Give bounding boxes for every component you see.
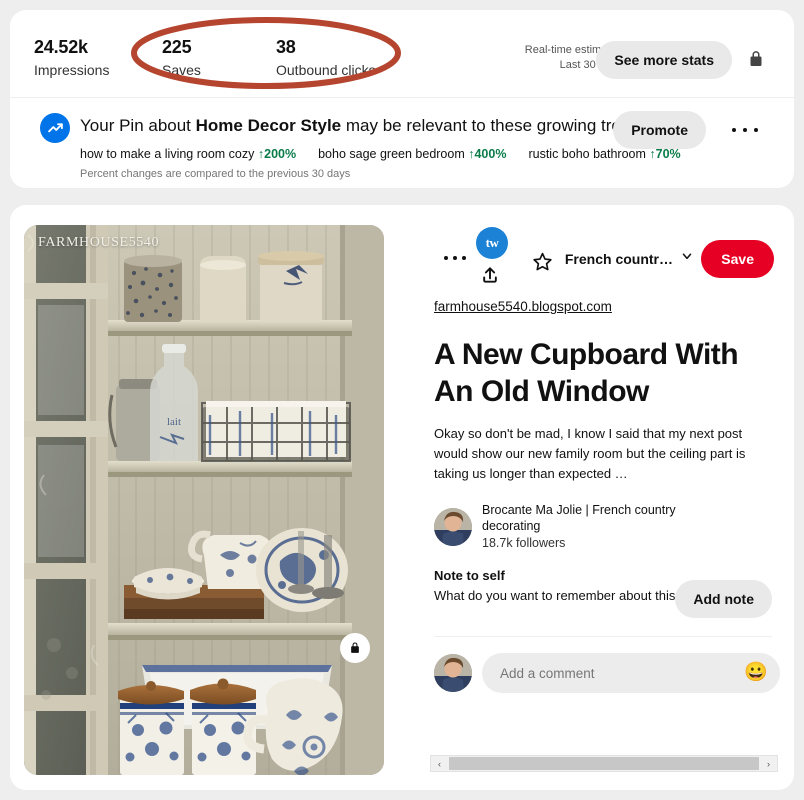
source-link[interactable]: farmhouse5540.blogspot.com bbox=[434, 299, 780, 314]
smiley-icon[interactable]: 😀 bbox=[744, 662, 768, 684]
dot bbox=[453, 256, 457, 260]
author-followers: 18.7k followers bbox=[482, 536, 566, 550]
see-more-stats-button[interactable]: See more stats bbox=[596, 41, 732, 79]
metric-label: Saves bbox=[162, 62, 201, 78]
metric-saves: 225 Saves bbox=[162, 36, 201, 80]
share-icon[interactable] bbox=[480, 265, 500, 290]
horizontal-scrollbar[interactable]: ‹ › bbox=[430, 755, 778, 772]
author-text: Brocante Ma Jolie | French country decor… bbox=[482, 502, 682, 552]
scrollbar-thumb[interactable] bbox=[449, 757, 759, 770]
board-selector[interactable]: French countr… bbox=[565, 249, 694, 268]
dot bbox=[743, 128, 747, 132]
promote-button[interactable]: Promote bbox=[613, 111, 706, 149]
dot bbox=[444, 256, 448, 260]
author-name: Brocante Ma Jolie | French country decor… bbox=[482, 503, 676, 533]
comment-input[interactable] bbox=[482, 653, 780, 693]
twitter-badge-icon[interactable]: tw bbox=[476, 227, 508, 259]
avatar bbox=[434, 508, 472, 546]
metric-label: Outbound clicks bbox=[276, 62, 376, 78]
trend-term[interactable]: boho sage green bedroom ↑400% bbox=[318, 147, 506, 161]
dot bbox=[462, 256, 466, 260]
trends-footnote: Percent changes are compared to the prev… bbox=[80, 168, 351, 180]
avatar-graphic bbox=[434, 654, 472, 692]
lock-icon[interactable] bbox=[340, 633, 370, 663]
ellipsis-icon[interactable] bbox=[444, 251, 466, 265]
metric-impressions: 24.52k Impressions bbox=[34, 36, 109, 80]
pin-title: A New Cupboard With An Old Window bbox=[434, 338, 739, 408]
trend-term-change: ↑200% bbox=[258, 147, 296, 161]
pin-photo-graphic: lait bbox=[24, 225, 384, 775]
scroll-left-arrow[interactable]: ‹ bbox=[431, 756, 448, 771]
note-to-self-section: Note to self What do you want to remembe… bbox=[434, 568, 780, 628]
pin-image[interactable]: lait FARMHOUSE5540 bbox=[24, 225, 384, 775]
trends-section: Your Pin about Home Decor Style may be r… bbox=[10, 98, 794, 187]
pin-details-panel: tw French countr… Save farmhouse5540.blo… bbox=[428, 225, 780, 693]
metric-value: 225 bbox=[162, 37, 192, 57]
save-button[interactable]: Save bbox=[701, 240, 774, 278]
stats-metrics-row: 24.52k Impressions 225 Saves 38 Outbound… bbox=[10, 10, 794, 98]
trend-term-pct: 400% bbox=[474, 147, 507, 161]
ellipsis-icon[interactable] bbox=[732, 122, 758, 138]
pin-action-bar: tw French countr… Save bbox=[428, 225, 780, 287]
trend-term[interactable]: rustic boho bathroom ↑70% bbox=[528, 147, 680, 161]
comment-box[interactable]: 😀 bbox=[482, 653, 780, 693]
trends-headline-topic: Home Decor Style bbox=[195, 116, 342, 135]
scroll-right-arrow[interactable]: › bbox=[760, 756, 777, 771]
trending-up-icon bbox=[40, 113, 70, 143]
trends-headline: Your Pin about Home Decor Style may be r… bbox=[80, 114, 653, 138]
pin-description: Okay so don't be mad, I know I said that… bbox=[434, 426, 746, 481]
pin-detail-card: lait FARMHOUSE5540 tw French countr… Sav… bbox=[10, 205, 794, 790]
trend-term-name: how to make a living room cozy bbox=[80, 147, 255, 161]
metric-outbound-clicks: 38 Outbound clicks bbox=[276, 36, 376, 80]
trend-term-change: ↑70% bbox=[649, 147, 680, 161]
trend-term-name: boho sage green bedroom bbox=[318, 147, 465, 161]
stats-card: 24.52k Impressions 225 Saves 38 Outbound… bbox=[10, 10, 794, 188]
board-name: French countr… bbox=[564, 250, 673, 267]
trend-term-pct: 70% bbox=[655, 147, 681, 161]
svg-text:lait: lait bbox=[167, 416, 181, 428]
pin-author[interactable]: Brocante Ma Jolie | French country decor… bbox=[434, 502, 780, 552]
add-note-button[interactable]: Add note bbox=[675, 580, 772, 618]
chevron-down-icon bbox=[680, 249, 694, 268]
avatar-graphic bbox=[434, 508, 472, 546]
metric-value: 38 bbox=[276, 37, 296, 57]
trends-headline-suffix: may be relevant to these growing trends: bbox=[341, 116, 653, 135]
dot bbox=[754, 128, 758, 132]
avatar bbox=[434, 654, 472, 692]
trend-term-pct: 200% bbox=[264, 147, 297, 161]
metric-value: 24.52k bbox=[34, 37, 88, 57]
trend-term-name: rustic boho bathroom bbox=[528, 147, 646, 161]
trend-term[interactable]: how to make a living room cozy ↑200% bbox=[80, 147, 296, 161]
lock-icon bbox=[746, 49, 766, 69]
trends-headline-prefix: Your Pin about bbox=[80, 116, 196, 135]
dot bbox=[732, 128, 736, 132]
star-icon[interactable] bbox=[532, 251, 553, 277]
metric-label: Impressions bbox=[34, 62, 110, 78]
trend-term-change: ↑400% bbox=[468, 147, 506, 161]
photo-watermark: FARMHOUSE5540 bbox=[38, 235, 160, 250]
trend-terms-list: how to make a living room cozy ↑200% boho… bbox=[80, 145, 703, 163]
comment-row: 😀 bbox=[434, 653, 780, 693]
tw-badge-label: tw bbox=[485, 235, 499, 250]
divider bbox=[434, 636, 772, 637]
